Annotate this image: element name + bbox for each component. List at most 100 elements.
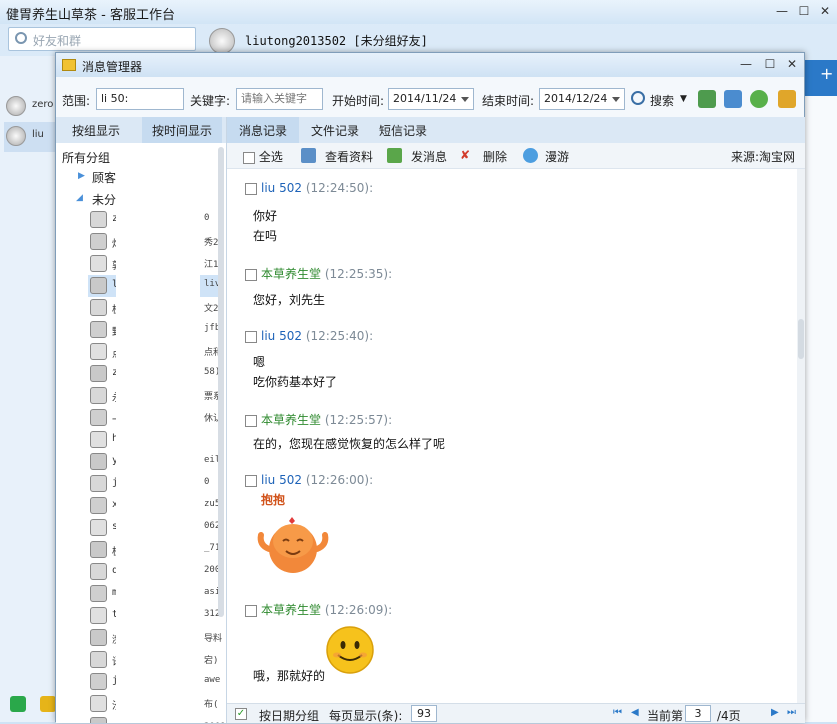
message-list: liu 502 (12:24:50): 你好 在吗 本草养生堂 (12:25:3… xyxy=(227,169,795,703)
tab-file-records[interactable]: 文件记录 xyxy=(299,117,371,143)
avatar xyxy=(90,475,107,492)
view-profile-button[interactable]: 查看资料 xyxy=(325,148,373,165)
message-time: (12:26:09): xyxy=(324,603,393,617)
avatar xyxy=(90,629,107,646)
message-sender[interactable]: 本草养生堂 xyxy=(261,603,321,617)
send-message-button[interactable]: 发消息 xyxy=(411,148,447,165)
import-icon[interactable] xyxy=(698,90,716,108)
maximize-button[interactable]: ☐ xyxy=(760,55,780,73)
delete-button[interactable]: 删除 xyxy=(483,148,507,165)
contact-search-input[interactable]: 好友和群 xyxy=(8,27,196,51)
avatar xyxy=(90,541,107,558)
avatar xyxy=(90,607,107,624)
first-page-icon[interactable]: ⏮ xyxy=(613,707,622,718)
dialog-title: 消息管理器 xyxy=(82,60,143,74)
chat-contact-name: liutong2013502 [未分组好友] xyxy=(245,34,428,48)
refresh-icon[interactable] xyxy=(750,90,768,108)
message-sender[interactable]: liu 502 xyxy=(261,473,302,487)
tree-root[interactable]: 所有分组 xyxy=(62,149,110,166)
source-label: 来源:淘宝网 xyxy=(731,150,796,164)
scrollbar-thumb[interactable] xyxy=(798,319,804,359)
message-scrollbar[interactable] xyxy=(797,169,805,703)
delete-icon[interactable]: ✘ xyxy=(460,148,470,162)
chevron-down-icon[interactable]: ◢ xyxy=(76,193,83,203)
contact-name-suffix: 秀2 xyxy=(204,238,219,248)
checkbox-checked[interactable]: ✓ xyxy=(235,707,247,720)
avatar xyxy=(90,519,107,536)
message-checkbox[interactable] xyxy=(245,182,257,195)
contact-name-suffix: 0 xyxy=(204,213,210,223)
avatar xyxy=(90,695,107,712)
per-page-input[interactable]: 93 xyxy=(411,705,437,722)
message-sender[interactable]: liu 502 xyxy=(261,329,302,343)
message-checkbox[interactable] xyxy=(245,474,257,487)
select-all-label: 全选 xyxy=(258,150,283,164)
send-message-icon[interactable] xyxy=(387,148,402,163)
select-all-checkbox[interactable]: 全选 xyxy=(243,148,283,165)
message-text: 嗯 xyxy=(253,355,266,369)
message-checkbox[interactable] xyxy=(245,330,257,343)
roam-button[interactable]: 漫游 xyxy=(545,148,569,165)
message-pane: 消息记录 文件记录 短信记录 全选 查看资料 发消息 ✘ 删除 漫游 来源:淘宝… xyxy=(226,117,805,723)
start-time-select[interactable]: 2014/11/24 xyxy=(388,88,474,110)
tree-scrollbar[interactable] xyxy=(218,147,224,617)
cloud-icon[interactable] xyxy=(523,148,538,163)
search-icon[interactable] xyxy=(631,91,645,105)
avatar xyxy=(90,651,107,668)
message-sender[interactable]: liu 502 xyxy=(261,181,302,195)
tab-by-group[interactable]: 按组显示 xyxy=(62,117,130,143)
keyword-input[interactable] xyxy=(236,88,323,110)
contact-tree-pane: 按组显示 按时间显示 所有分组 ▶ 顾客 ◢ 未分组 z0烟秀2敦江1lliv桂… xyxy=(56,117,226,723)
message-sender[interactable]: 本草养生堂 xyxy=(261,267,321,281)
group-by-date-label: 按日期分组 xyxy=(259,709,320,723)
avatar xyxy=(90,365,107,382)
avatar xyxy=(90,277,107,294)
avatar[interactable] xyxy=(209,28,235,54)
close-button[interactable]: ✕ xyxy=(782,55,802,73)
scope-field[interactable]: li 50: xyxy=(96,88,184,110)
contact-list: zero liu xyxy=(0,56,58,722)
profile-card-icon[interactable] xyxy=(301,148,316,163)
list-item[interactable]: liu xyxy=(4,122,58,152)
sticker-caption: 抱抱 xyxy=(261,493,286,507)
tree-group-customers[interactable]: 顾客 xyxy=(92,169,116,186)
end-time-select[interactable]: 2014/12/24 xyxy=(539,88,625,110)
minimize-button[interactable]: — xyxy=(736,55,756,73)
group-by-date-checkbox[interactable]: ✓ xyxy=(235,706,247,720)
current-page-input[interactable]: 3 xyxy=(685,705,711,722)
message-checkbox[interactable] xyxy=(245,268,257,281)
tab-by-time[interactable]: 按时间显示 xyxy=(142,117,223,143)
app-icon[interactable] xyxy=(10,696,26,712)
avatar xyxy=(90,563,107,580)
avatar xyxy=(90,387,107,404)
message-checkbox[interactable] xyxy=(245,604,257,617)
last-page-icon[interactable]: ⏭ xyxy=(787,707,796,718)
chevron-right-icon[interactable]: ▶ xyxy=(78,171,85,181)
tab-message-records[interactable]: 消息记录 xyxy=(227,117,300,143)
export-icon[interactable] xyxy=(724,90,742,108)
checkbox[interactable] xyxy=(243,151,255,164)
message-sender[interactable]: 本草养生堂 xyxy=(261,413,321,427)
minimize-button[interactable]: — xyxy=(772,2,792,20)
message-checkbox[interactable] xyxy=(245,414,257,427)
next-page-icon[interactable]: ▶ xyxy=(771,707,779,718)
maximize-button[interactable]: ☐ xyxy=(794,2,814,20)
prev-page-icon[interactable]: ◀ xyxy=(631,707,639,718)
avatar xyxy=(90,255,107,272)
app-icon[interactable] xyxy=(40,696,56,712)
search-button[interactable]: 搜索 xyxy=(650,92,674,109)
smile-emoji xyxy=(325,625,375,675)
avatar xyxy=(90,211,107,228)
list-item[interactable]: zero xyxy=(4,92,58,122)
end-time-label: 结束时间: xyxy=(482,94,535,108)
start-time-label: 开始时间: xyxy=(332,94,385,108)
message-header: 本草养生堂 (12:26:09): xyxy=(245,601,392,618)
contact-name-suffix: 文2 xyxy=(204,304,219,314)
close-button[interactable]: ✕ xyxy=(815,2,835,20)
contact-name-suffix: 0 xyxy=(204,477,210,487)
tab-sms-records[interactable]: 短信记录 xyxy=(367,117,439,143)
add-icon[interactable]: + xyxy=(820,64,833,83)
keyword-label: 关键字: xyxy=(190,94,231,108)
chevron-down-icon[interactable]: ▼ xyxy=(680,94,687,104)
notes-icon[interactable] xyxy=(778,90,796,108)
